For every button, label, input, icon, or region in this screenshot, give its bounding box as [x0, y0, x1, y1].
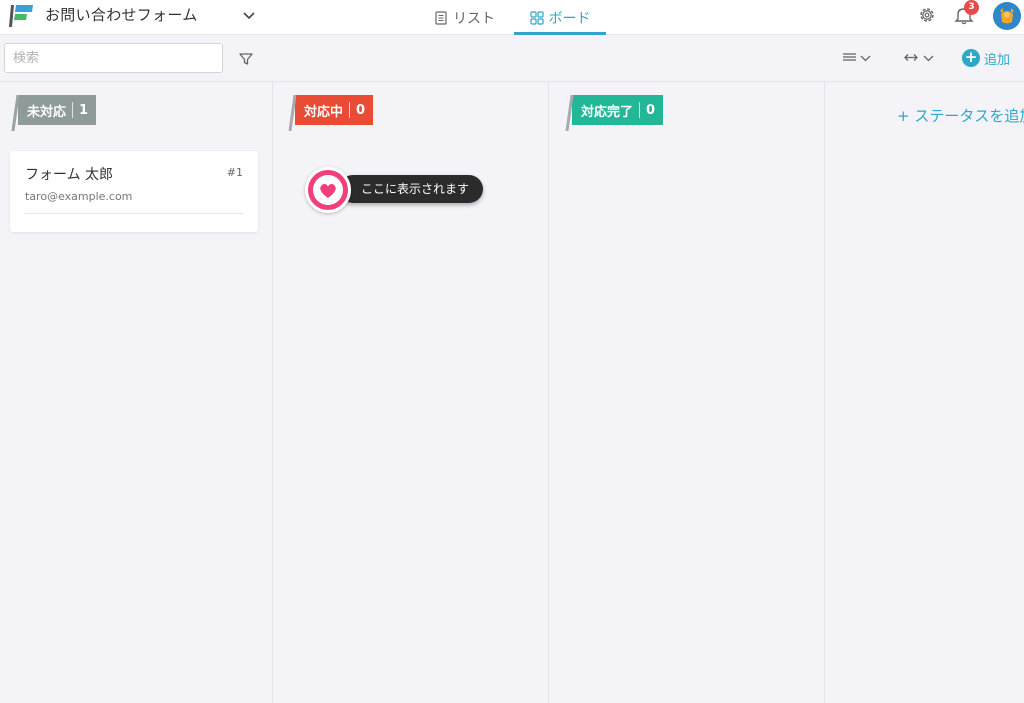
heart-inner — [313, 175, 343, 205]
card-divider — [25, 213, 243, 214]
divider — [639, 102, 641, 118]
user-avatar-icon — [993, 2, 1021, 30]
heart-icon — [320, 183, 336, 198]
grid-icon — [529, 10, 544, 25]
toolbar: + 追加 — [0, 36, 1024, 82]
add-button-label: 追加 — [984, 52, 1011, 68]
search-input[interactable] — [4, 43, 223, 73]
hint-tooltip: ここに表示されます — [283, 167, 499, 215]
status-label: 未対応 — [27, 104, 67, 120]
card-id: #1 — [226, 166, 243, 179]
add-status-button[interactable]: + ステータスを追加 — [897, 105, 1024, 126]
tab-board[interactable]: ボード — [514, 0, 606, 35]
filter-icon[interactable] — [238, 51, 254, 67]
status-tag-done[interactable]: 対応完了 0 — [565, 95, 664, 131]
tab-list[interactable]: リスト — [434, 0, 495, 35]
status-label: 対応中 — [304, 104, 344, 120]
add-status-column: + ステータスを追加 — [825, 82, 1024, 703]
column-width-icon[interactable] — [903, 50, 937, 66]
kanban-board: 未対応 1 フォーム 太郎 #1 taro@example.com 対応中 0 … — [0, 82, 1024, 703]
card-name: フォーム 太郎 — [25, 167, 114, 183]
top-bar: お問い合わせフォーム リスト ボード 3 — [0, 0, 1024, 35]
flag-pole — [11, 95, 20, 131]
status-count: 0 — [646, 102, 656, 118]
entry-card[interactable]: フォーム 太郎 #1 taro@example.com — [10, 151, 258, 232]
gear-icon[interactable] — [917, 5, 937, 25]
app-logo[interactable] — [8, 3, 34, 29]
chevron-down-icon[interactable] — [242, 9, 256, 23]
avatar[interactable] — [993, 2, 1021, 30]
add-button[interactable]: + 追加 — [962, 47, 1010, 69]
status-label: 対応完了 — [581, 104, 634, 120]
status-column: 未対応 1 フォーム 太郎 #1 taro@example.com — [0, 82, 273, 703]
card-email: taro@example.com — [25, 190, 133, 203]
notification-badge: 3 — [964, 0, 979, 15]
form-title[interactable]: お問い合わせフォーム — [45, 4, 198, 25]
tooltip-text: ここに表示されます — [339, 175, 484, 203]
document-icon — [435, 10, 447, 25]
tab-board-label: ボード — [548, 10, 591, 27]
flag-pole — [288, 95, 297, 131]
divider — [72, 102, 74, 118]
plus-circle-icon: + — [962, 49, 980, 67]
row-density-icon[interactable] — [842, 50, 874, 66]
status-tag-in-progress[interactable]: 対応中 0 — [288, 95, 374, 131]
flag-pole — [565, 95, 574, 131]
divider — [349, 102, 351, 118]
status-tag-unhandled[interactable]: 未対応 1 — [11, 95, 97, 131]
status-count: 0 — [356, 102, 366, 118]
tab-list-label: リスト — [453, 10, 495, 27]
heart-badge — [305, 167, 351, 213]
status-column: 対応完了 0 — [549, 82, 825, 703]
status-count: 1 — [79, 102, 89, 118]
